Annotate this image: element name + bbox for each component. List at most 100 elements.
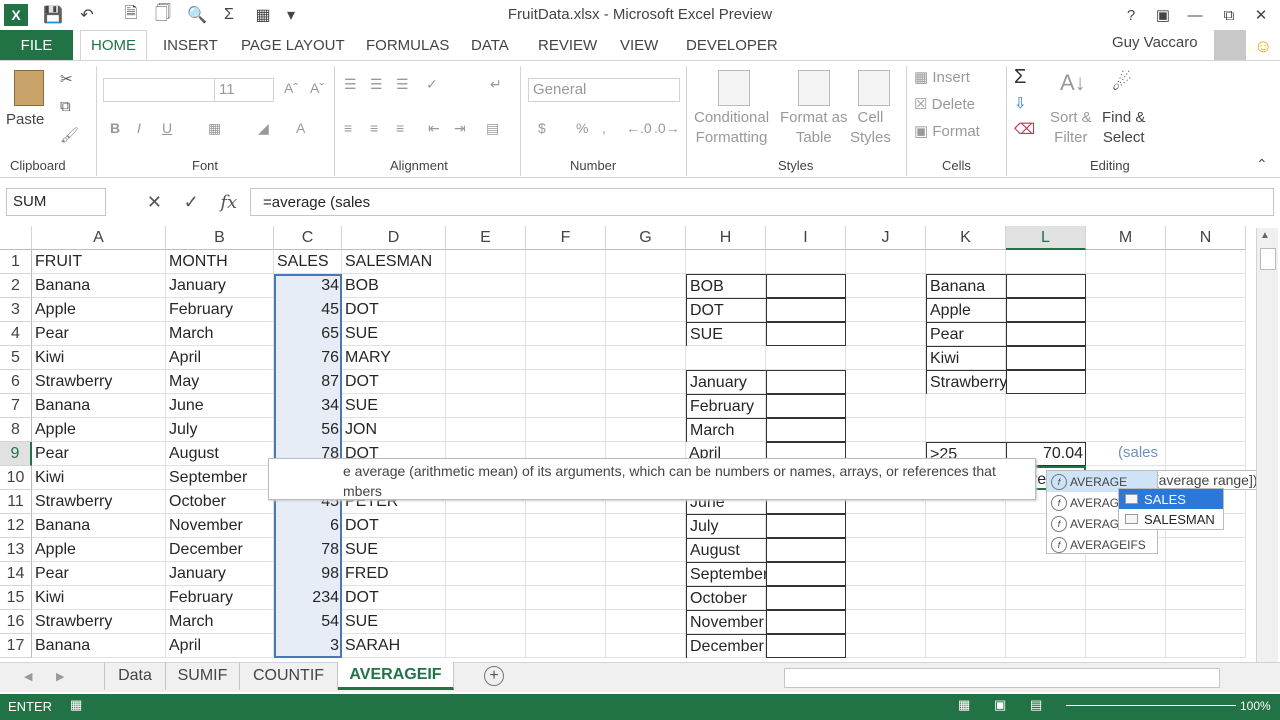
h-list-cell[interactable]: November (686, 610, 766, 634)
fill-icon[interactable]: ⇩ (1014, 94, 1027, 112)
k-list-cell[interactable]: Banana (926, 274, 1006, 298)
close-icon[interactable]: ✕ (1246, 4, 1276, 26)
name-autocomplete-list[interactable]: SALES SALESMAN (1118, 488, 1224, 530)
sheet-tab-data[interactable]: Data (104, 662, 166, 690)
restore-icon[interactable]: ⧉ (1214, 4, 1244, 26)
cell-styles-icon[interactable] (858, 70, 890, 106)
cell-styles-button[interactable]: Cell Styles (850, 108, 891, 148)
h-list-cell[interactable]: January (686, 370, 766, 394)
cell[interactable]: SUE (342, 394, 446, 418)
cell[interactable]: MARY (342, 346, 446, 370)
align-middle-icon[interactable]: ☰ (370, 76, 383, 93)
header-cell[interactable]: MONTH (166, 250, 274, 274)
column-header[interactable]: I (766, 226, 846, 250)
wrap-text-icon[interactable]: ↵ (490, 76, 502, 93)
cell[interactable] (606, 562, 686, 586)
cell[interactable]: DOT (342, 370, 446, 394)
cell[interactable] (606, 394, 686, 418)
name-box[interactable]: SUM (6, 188, 106, 216)
tab-review[interactable]: REVIEW (538, 30, 597, 60)
h-list-cell[interactable]: September (686, 562, 766, 586)
cell[interactable]: 6 (274, 514, 342, 538)
i-list-cell[interactable] (766, 322, 846, 346)
formula-input[interactable]: =average (sales (250, 188, 1274, 216)
cell[interactable]: SUE (342, 538, 446, 562)
header-cell[interactable]: SALES (274, 250, 342, 274)
autosum-icon[interactable]: Σ (216, 4, 242, 26)
i-list-cell[interactable] (766, 298, 846, 322)
page-break-view-icon[interactable]: ▤ (1030, 697, 1042, 713)
clear-icon[interactable]: ⌫ (1014, 120, 1035, 138)
cell[interactable]: January (166, 562, 274, 586)
new-sheet-icon[interactable]: + (484, 666, 504, 686)
paste-icon[interactable] (14, 70, 44, 106)
cell[interactable] (526, 274, 606, 298)
column-header[interactable]: F (526, 226, 606, 250)
row-header[interactable]: 10 (0, 466, 32, 490)
k-list-cell[interactable]: Kiwi (926, 346, 1006, 370)
cell[interactable]: 76 (274, 346, 342, 370)
italic-icon[interactable]: I (137, 120, 141, 136)
column-header[interactable]: G (606, 226, 686, 250)
cell[interactable] (846, 250, 926, 274)
header-cell[interactable]: SALESMAN (342, 250, 446, 274)
cell[interactable] (1166, 394, 1246, 418)
cell[interactable] (526, 370, 606, 394)
scrollbar-thumb[interactable] (1260, 248, 1276, 270)
cell[interactable] (1006, 586, 1086, 610)
cell[interactable] (526, 538, 606, 562)
cell[interactable] (1006, 562, 1086, 586)
enter-icon[interactable]: ✓ (184, 192, 199, 213)
paste-button[interactable]: Paste (6, 110, 44, 130)
cell[interactable]: 3 (274, 634, 342, 658)
cell[interactable] (846, 418, 926, 442)
cell[interactable]: 98 (274, 562, 342, 586)
cell[interactable] (926, 514, 1006, 538)
i-list-cell[interactable] (766, 370, 846, 394)
k-list-cell[interactable]: Apple (926, 298, 1006, 322)
cell[interactable] (526, 298, 606, 322)
align-top-icon[interactable]: ☰ (344, 76, 357, 93)
cell[interactable] (766, 346, 846, 370)
cell[interactable]: 34 (274, 394, 342, 418)
cell[interactable] (606, 370, 686, 394)
l-list-cell[interactable] (1006, 274, 1086, 298)
cell[interactable] (446, 562, 526, 586)
cell[interactable] (1166, 586, 1246, 610)
delete-cells-button[interactable]: ☒ Delete (914, 95, 975, 115)
cell[interactable] (446, 418, 526, 442)
h-list-cell[interactable]: DOT (686, 298, 766, 322)
cell[interactable] (926, 610, 1006, 634)
row-header[interactable]: 2 (0, 274, 32, 298)
row-header[interactable]: 13 (0, 538, 32, 562)
row-header[interactable]: 6 (0, 370, 32, 394)
row-header[interactable]: 14 (0, 562, 32, 586)
horizontal-scrollbar[interactable] (784, 668, 1220, 688)
column-header[interactable]: E (446, 226, 526, 250)
cell[interactable]: Strawberry (32, 370, 166, 394)
cell[interactable] (1166, 274, 1246, 298)
autocomplete-item[interactable]: SALESMAN (1119, 509, 1223, 529)
font-color-icon[interactable]: A (296, 120, 305, 136)
row-header[interactable]: 17 (0, 634, 32, 658)
open-icon[interactable]: 🗍 (150, 4, 176, 26)
cell[interactable]: April (166, 634, 274, 658)
cell[interactable]: 65 (274, 322, 342, 346)
worksheet-grid[interactable]: A B C D E F G H I J K L M N 1 2 3 4 5 6 7 8 9 10 11 12 13 14 15 16 17 F… (0, 226, 1254, 662)
tab-view[interactable]: VIEW (620, 30, 658, 60)
cell[interactable]: Pear (32, 322, 166, 346)
cell[interactable]: 234 (274, 586, 342, 610)
cell[interactable] (526, 250, 606, 274)
percent-icon[interactable]: % (576, 120, 588, 136)
cell[interactable] (926, 562, 1006, 586)
cell[interactable]: FRED (342, 562, 446, 586)
row-header[interactable]: 12 (0, 514, 32, 538)
prev-sheet-icon[interactable]: ◀ (24, 670, 32, 683)
cell[interactable]: 78 (274, 538, 342, 562)
currency-icon[interactable]: $ (538, 120, 546, 136)
cell[interactable] (846, 514, 926, 538)
cell[interactable] (1166, 538, 1246, 562)
binoculars-icon[interactable]: ☄ (1112, 70, 1132, 96)
cell[interactable]: September (166, 466, 274, 490)
column-header[interactable]: N (1166, 226, 1246, 250)
